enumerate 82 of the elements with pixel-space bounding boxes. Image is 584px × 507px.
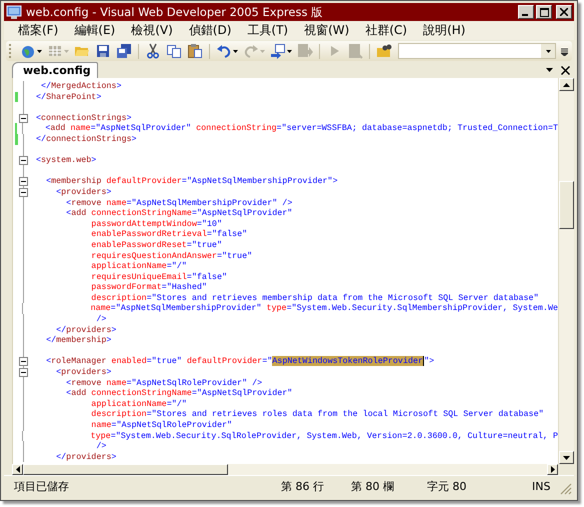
code-line: enablePasswordReset="true" [91, 240, 222, 250]
code-line: description="Stores and retrieves membership data from the Microsoft SQL Server database" [91, 292, 539, 304]
collapse-icon[interactable] [19, 368, 28, 378]
down-arrow-icon[interactable] [563, 456, 570, 460]
collapse-icon[interactable] [19, 357, 28, 366]
window-arrow-icon[interactable] [270, 43, 286, 59]
scroll-thumb[interactable] [559, 181, 574, 229]
character-indicator: 字元 80 [427, 479, 468, 494]
close-button[interactable] [556, 5, 572, 19]
disks-icon[interactable] [116, 43, 132, 59]
scroll-thumb[interactable] [23, 464, 228, 475]
minimize-button[interactable] [518, 5, 534, 19]
code-line: <providers> [56, 367, 112, 378]
code-line: /> [96, 441, 106, 452]
code-line: </SharePoint> [36, 92, 102, 102]
menu-item[interactable]: 編輯(E) [66, 21, 124, 40]
menu-item[interactable]: 工具(T) [239, 21, 296, 40]
caret-icon[interactable] [287, 50, 292, 52]
menu-item[interactable]: 偵錯(D) [180, 21, 240, 40]
code-line: name="AspNetSqlMembershipProvider" type="System.Web.Security.SqlMembershipProvider, System.We [90, 303, 558, 314]
caret-icon[interactable] [546, 68, 553, 72]
menu-item[interactable]: 說明(H) [415, 21, 474, 40]
status-message: 項目已儲存 [14, 479, 70, 494]
insert-mode-indicator: INS [532, 480, 552, 493]
menu-item[interactable]: 檔案(F) [10, 21, 66, 40]
line-indicator: 第 86 行 [281, 479, 325, 494]
code-line: /> [96, 314, 106, 325]
vertical-scrollbar[interactable] [558, 78, 574, 464]
code-line: <add name="AspNetSqlProvider" connectionString="server=WSSFBA; database=aspnetdb; Trusted_Connection=T [45, 123, 558, 134]
globe-icon[interactable] [20, 43, 36, 59]
toolbar-overflow-icon[interactable] [561, 46, 568, 56]
close-icon [560, 8, 568, 16]
document-tab[interactable]: web.config [12, 62, 98, 78]
collapse-icon[interactable] [19, 188, 28, 197]
code-line: </MergedActions> [41, 81, 122, 92]
right-arrow-icon[interactable] [550, 466, 554, 473]
code-line: description="Stores and retrieves roles data from the local Microsoft SQL Server database" [91, 409, 544, 420]
folder-binoculars-icon[interactable] [376, 43, 392, 59]
horizontal-scrollbar[interactable] [12, 464, 558, 475]
paste-icon[interactable] [187, 43, 203, 59]
collapse-icon[interactable] [19, 114, 28, 123]
app-icon[interactable] [6, 4, 22, 20]
up-arrow-icon[interactable] [563, 82, 570, 86]
column-indicator: 第 80 欄 [351, 479, 395, 494]
code-line: enablePasswordRetrieval="false" [91, 229, 248, 240]
collapse-icon[interactable] [19, 156, 28, 166]
code-line: passwordFormat="Hashed" [91, 282, 207, 293]
code-line: type="System.Web.Security.SqlRoleProvider, System.Web, Version=2.0.3600.0, Culture=neutral, P [90, 430, 558, 442]
scissors-icon[interactable] [145, 43, 161, 59]
code-line: <providers> [56, 186, 112, 198]
collapse-icon[interactable] [19, 177, 28, 186]
code-line: </connectionStrings> [36, 134, 137, 145]
code-line: <roleManager enabled="true" defaultProvider="AspNetWindowsTokenRoleProvider"> [46, 356, 434, 368]
code-line: <add connectionStringName="AspNetSqlProvider" [66, 208, 292, 219]
undo-arrow-icon[interactable] [216, 43, 232, 59]
menu-item[interactable]: 檢視(V) [123, 21, 181, 40]
maximize-button[interactable] [536, 5, 552, 19]
copy-icon[interactable] [166, 43, 182, 59]
close-icon[interactable] [561, 66, 570, 74]
caret-icon[interactable] [37, 50, 42, 52]
maximize-icon [540, 8, 548, 16]
code-line: <system.web> [36, 155, 96, 166]
window-title: web.config - Visual Web Developer 2005 Express 版 [26, 4, 324, 20]
code-line: name="AspNetSqlRoleProvider" [91, 420, 232, 431]
code-line: <remove name="AspNetSqlRoleProvider" /> [66, 378, 262, 388]
code-line: </providers> [56, 324, 116, 336]
code-line: <connectionStrings> [36, 112, 132, 124]
menu-item[interactable]: 社群(C) [357, 21, 416, 40]
code-line: </providers> [56, 452, 116, 462]
resize-grip-icon[interactable] [560, 483, 572, 495]
code-line: passwordAttemptWindow="10" [91, 218, 222, 230]
code-line: <remove name="AspNetSqlMembershipProvider" /> [66, 198, 292, 208]
code-line: applicationName="/" [91, 398, 187, 410]
code-line: requiresUniqueEmail="false" [91, 272, 228, 282]
code-line: </membership> [46, 335, 112, 346]
menu-item[interactable]: 視窗(W) [296, 21, 358, 40]
code-line: <membership defaultProvider="AspNetSqlMembershipProvider"> [46, 176, 338, 187]
code-line: <add connectionStringName="AspNetSqlProvider" [66, 388, 292, 399]
code-line: requiresQuestionAndAnswer="true" [91, 250, 252, 262]
code-line: applicationName="/" [91, 261, 187, 272]
left-arrow-icon[interactable] [16, 466, 20, 473]
caret-icon[interactable] [233, 50, 238, 52]
